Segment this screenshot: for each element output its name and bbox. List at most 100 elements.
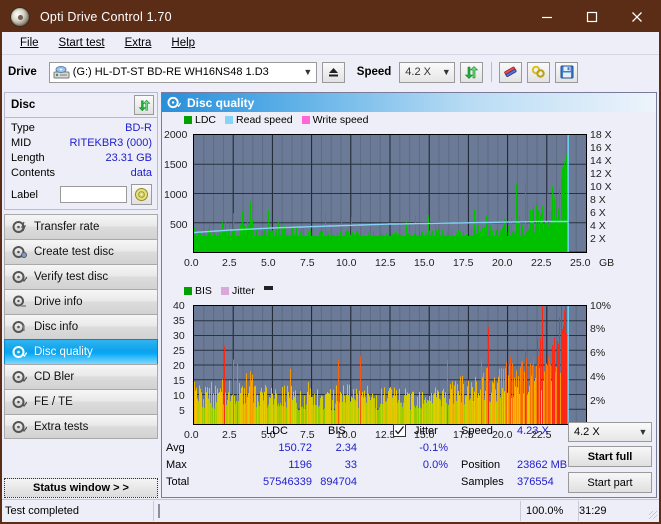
close-icon[interactable] xyxy=(614,2,659,32)
minimize-icon[interactable] xyxy=(524,2,569,32)
disc-length-key: Length xyxy=(11,152,45,164)
disc-panel-header: Disc xyxy=(5,93,157,118)
menu-file-label: File xyxy=(20,37,39,49)
legend-label-jitter: Jitter xyxy=(231,285,255,297)
chart-ldc-y2tick-5: 8 X xyxy=(590,194,606,206)
sidebar-item-drive-info[interactable]: Drive info xyxy=(4,289,158,314)
chart-ldc-xtick-10: 25.0 xyxy=(570,257,591,269)
chart-ldc-ytick-3: 500 xyxy=(170,219,188,231)
sidebar-item-extra-tests[interactable]: Extra tests xyxy=(4,414,158,439)
start-part-button[interactable]: Start part xyxy=(568,472,652,493)
chart-bis-y2tick-2: 6% xyxy=(590,347,606,359)
erase-button[interactable] xyxy=(499,61,523,83)
main-header: Disc quality xyxy=(162,93,656,112)
stats-avg-jitter: -0.1% xyxy=(419,442,448,454)
disc-label-input[interactable] xyxy=(60,186,127,203)
sidebar-item-cd-bler[interactable]: CD Bler xyxy=(4,364,158,389)
refresh-icon xyxy=(465,65,479,79)
progress-track xyxy=(158,504,160,518)
menu-extra-label: Extra xyxy=(124,37,152,49)
chart-ldc-plot xyxy=(193,134,587,253)
menu-extra[interactable]: Extra xyxy=(115,37,162,49)
menu-file[interactable]: File xyxy=(10,37,49,49)
eject-icon xyxy=(328,67,338,76)
legend-item-ldc: LDC xyxy=(184,114,216,126)
status-message: Test completed xyxy=(2,501,154,521)
refresh-button[interactable] xyxy=(460,61,484,83)
legend-marker-dash xyxy=(263,285,273,290)
disc-mid-key: MID xyxy=(11,137,32,149)
body: Disc Type BD-R MID RITEKBR3 (000) Length… xyxy=(2,90,659,500)
stats-row-max-key: Max xyxy=(166,459,187,471)
plug-icon xyxy=(532,65,545,78)
disc-refresh-button[interactable] xyxy=(134,95,154,115)
chart-bis-legend: BIS Jitter xyxy=(184,285,273,297)
chart-ldc-xunit: GB xyxy=(599,257,615,269)
start-full-button[interactable]: Start full xyxy=(568,446,652,467)
elapsed-time: 31:29 xyxy=(578,501,645,521)
stats-samples-value: 376554 xyxy=(517,476,554,488)
disc-rows: Type BD-R MID RITEKBR3 (000) Length 23.3… xyxy=(5,118,157,209)
chart-bis-ytick-6: 10 xyxy=(173,390,185,402)
chart-ldc-xtick-9: 22.5 xyxy=(531,257,552,269)
resize-grip[interactable] xyxy=(645,501,659,521)
disc-quality-icon xyxy=(167,96,181,109)
sidebar-item-disc-quality[interactable]: Disc quality xyxy=(4,339,158,364)
progress-percent: 100.0% xyxy=(520,501,578,521)
refresh-icon xyxy=(138,99,150,111)
sidebar-item-transfer-rate[interactable]: Transfer rate xyxy=(4,214,158,239)
main-panel: Disc quality LDC Read speed Write speed … xyxy=(161,92,657,498)
test-speed-value: 4.2 X xyxy=(574,426,600,438)
chevron-down-icon[interactable]: ▼ xyxy=(300,67,316,77)
menu-start-test[interactable]: Start test xyxy=(49,37,115,49)
plug-button[interactable] xyxy=(527,61,551,83)
jitter-checkbox[interactable] xyxy=(393,424,406,437)
maximize-icon[interactable] xyxy=(569,2,614,32)
sidebar-item-disc-info[interactable]: Disc info xyxy=(4,314,158,339)
stats-col-bis: BIS xyxy=(328,425,346,437)
disc-row-length: Length 23.31 GB xyxy=(11,151,152,166)
status-bar: Test completed 100.0% 31:29 xyxy=(2,499,659,522)
eject-button[interactable] xyxy=(321,61,345,83)
legend-swatch-ldc xyxy=(184,116,192,124)
chevron-down-icon[interactable]: ▼ xyxy=(635,427,651,437)
legend-swatch-bis xyxy=(184,287,192,295)
speed-select[interactable]: 4.2 X ▼ xyxy=(399,61,456,83)
disc-label-button[interactable] xyxy=(131,184,152,205)
speed-label: Speed xyxy=(356,66,392,78)
chart-ldc-xtick-7: 17.5 xyxy=(453,257,474,269)
disc-create-icon xyxy=(12,245,27,259)
save-button[interactable] xyxy=(555,61,579,83)
disc-label-row: Label xyxy=(11,184,152,205)
eraser-icon xyxy=(504,66,517,77)
disc-contents-key: Contents xyxy=(11,167,56,179)
legend-swatch-jitter xyxy=(220,287,229,295)
chart-ldc-y2tick-6: 6 X xyxy=(590,207,606,219)
menu-help[interactable]: Help xyxy=(161,37,205,49)
chevron-down-icon[interactable]: ▼ xyxy=(438,67,454,77)
stats-speed-value: 4.23 X xyxy=(517,425,549,437)
chart-bis-y2tick-3: 4% xyxy=(590,371,606,383)
chart-ldc-ytick-2: 1000 xyxy=(164,189,188,201)
chart-bis-ytick-3: 25 xyxy=(173,345,185,357)
sidebar-item-verify-test-disc[interactable]: Verify test disc xyxy=(4,264,158,289)
disc-test-icon xyxy=(12,220,27,234)
sidebar-item-create-test-disc[interactable]: Create test disc xyxy=(4,239,158,264)
chart-bis-y2tick-0: 10% xyxy=(590,300,612,312)
drive-toolbar: Drive (G:) HL-DT-ST BD-RE WH16NS48 1.D3 … xyxy=(2,54,659,89)
page-title: Disc quality xyxy=(187,95,255,110)
status-window-button[interactable]: Status window > > xyxy=(4,478,158,498)
legend-label-bis: BIS xyxy=(195,285,212,297)
disc-row-contents: Contents data xyxy=(11,166,152,181)
chart-ldc-y2tick-8: 2 X xyxy=(590,233,606,245)
chart-ldc-y2tick-0: 18 X xyxy=(590,129,612,141)
drive-info-icon xyxy=(12,295,27,309)
sidebar-item-fe-te[interactable]: FE / TE xyxy=(4,389,158,414)
drive-select[interactable]: (G:) HL-DT-ST BD-RE WH16NS48 1.D3 ▼ xyxy=(48,61,317,83)
stats-row-avg-key: Avg xyxy=(166,442,185,454)
test-speed-select[interactable]: 4.2 X ▼ xyxy=(568,422,652,442)
chart-bis-y2tick-1: 8% xyxy=(590,323,606,335)
stats-row-total-key: Total xyxy=(166,476,190,488)
chart-ldc-y2tick-7: 4 X xyxy=(590,220,606,232)
jitter-label: Jitter xyxy=(414,425,438,437)
